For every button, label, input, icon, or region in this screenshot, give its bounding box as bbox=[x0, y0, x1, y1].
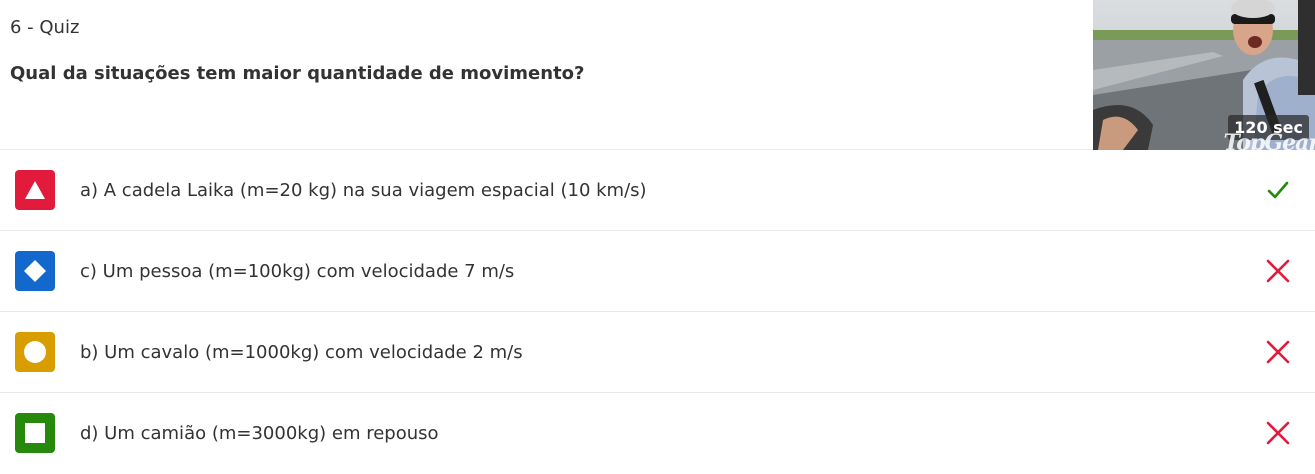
check-icon bbox=[1267, 181, 1289, 199]
answer-shape-badge bbox=[15, 332, 55, 372]
circle-icon bbox=[24, 341, 46, 363]
watermark-logo: TopGear bbox=[1223, 130, 1315, 150]
answer-text: c) Um pessoa (m=100kg) com velocidade 7 … bbox=[80, 261, 515, 282]
answer-shape-badge bbox=[15, 413, 55, 453]
answer-shape-badge bbox=[15, 170, 55, 210]
triangle-icon bbox=[25, 181, 45, 199]
question-header: 6 - Quiz Qual da situações tem maior qua… bbox=[0, 0, 1315, 150]
answer-option: a) A cadela Laika (m=20 kg) na sua viage… bbox=[0, 150, 1315, 231]
answer-text: d) Um camião (m=3000kg) em repouso bbox=[80, 423, 439, 444]
question-image: 120 sec TopGear bbox=[1093, 0, 1315, 150]
square-icon bbox=[25, 423, 45, 443]
cross-icon bbox=[1266, 340, 1290, 364]
answer-options-list: a) A cadela Laika (m=20 kg) na sua viage… bbox=[0, 150, 1315, 474]
question-text: Qual da situações tem maior quantidade d… bbox=[10, 63, 585, 84]
answer-text: a) A cadela Laika (m=20 kg) na sua viage… bbox=[80, 180, 647, 201]
diamond-icon bbox=[24, 260, 46, 282]
answer-option: d) Um camião (m=3000kg) em repouso bbox=[0, 393, 1315, 474]
quiz-number-label: 6 - Quiz bbox=[10, 17, 80, 38]
answer-text: b) Um cavalo (m=1000kg) com velocidade 2… bbox=[80, 342, 523, 363]
answer-option: b) Um cavalo (m=1000kg) com velocidade 2… bbox=[0, 312, 1315, 393]
answer-option: c) Um pessoa (m=100kg) com velocidade 7 … bbox=[0, 231, 1315, 312]
cross-icon bbox=[1266, 259, 1290, 283]
answer-shape-badge bbox=[15, 251, 55, 291]
cross-icon bbox=[1266, 421, 1290, 445]
